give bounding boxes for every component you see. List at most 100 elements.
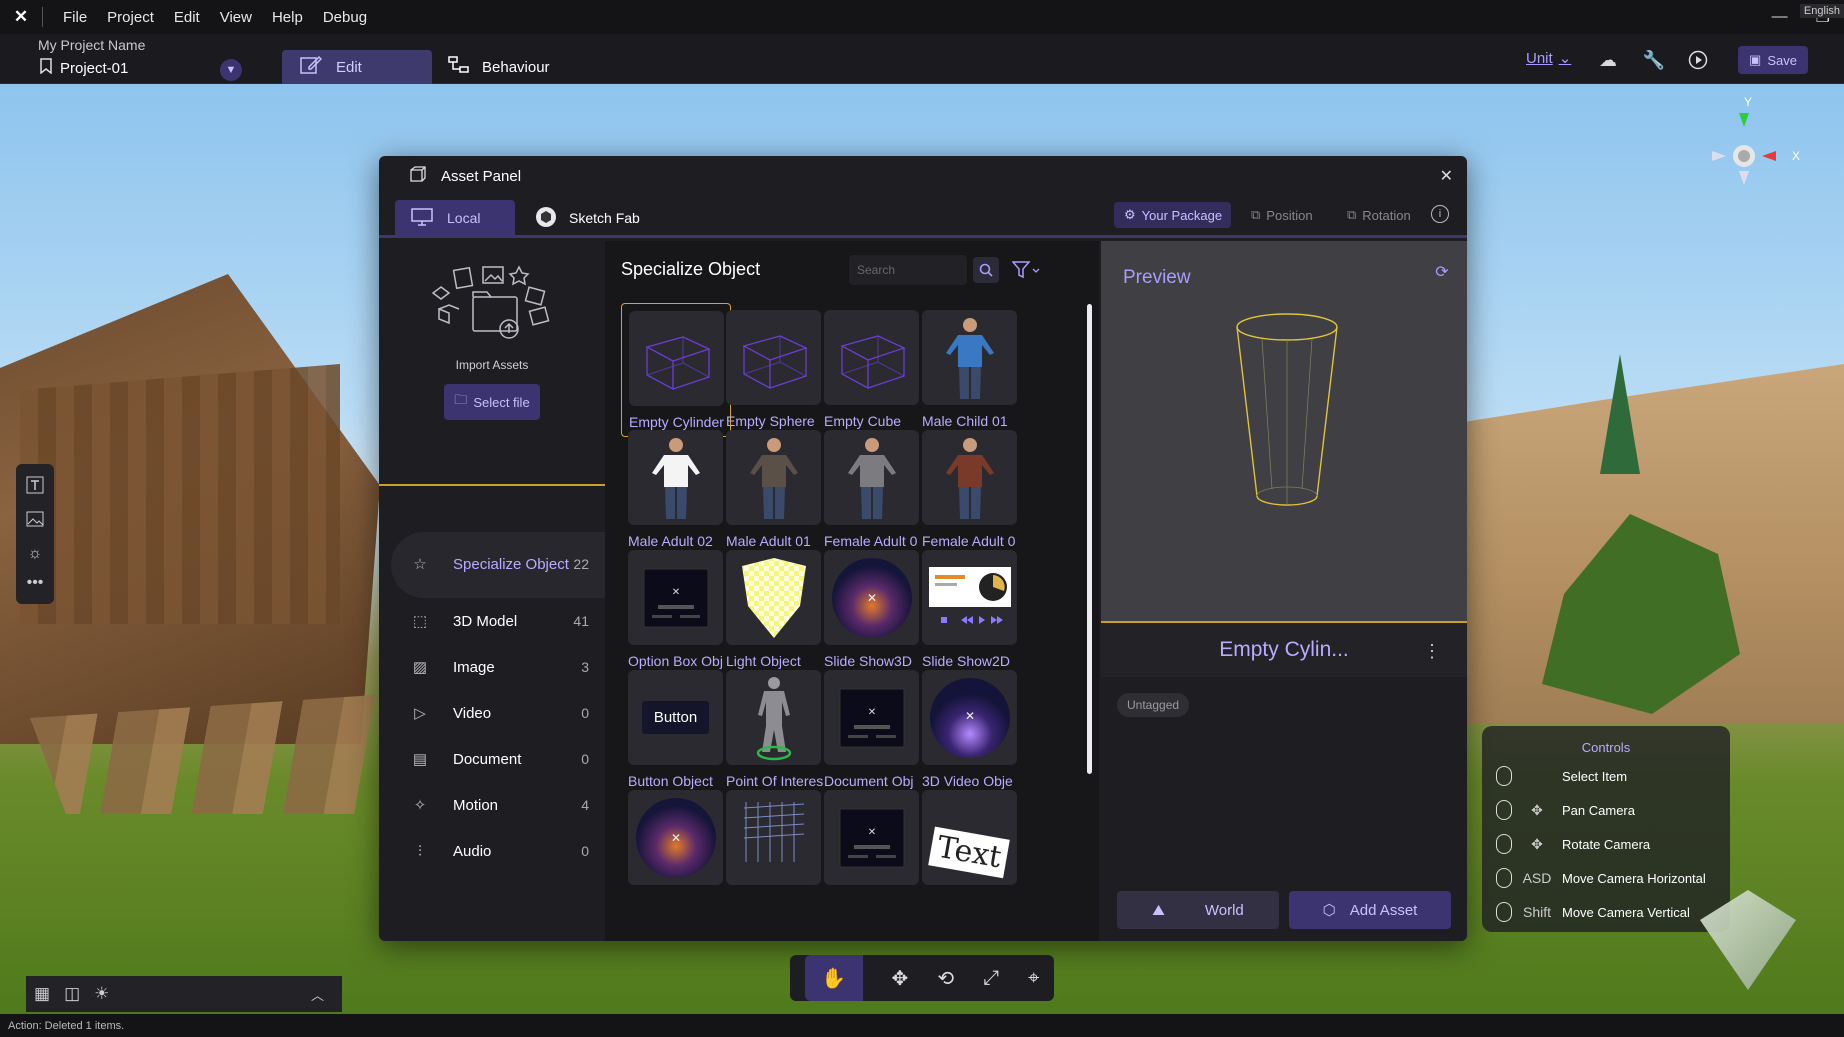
image-tool-icon[interactable] xyxy=(26,510,44,533)
asset-item[interactable]: Button Button Object xyxy=(621,663,731,797)
menu-view[interactable]: View xyxy=(210,9,262,26)
light-tool-icon[interactable]: ☼ xyxy=(28,545,43,563)
text-tool-icon[interactable] xyxy=(26,476,44,499)
asset-item[interactable]: Empty Cube xyxy=(817,303,927,437)
asset-item[interactable]: Empty Cylinder xyxy=(621,303,731,437)
more-icon[interactable]: ••• xyxy=(27,574,44,592)
save-button[interactable]: ▣ Save xyxy=(1738,46,1808,74)
rotation-button[interactable]: ⧉ Rotation xyxy=(1347,202,1411,228)
position-label: Position xyxy=(1266,207,1313,223)
asset-item[interactable] xyxy=(719,783,829,917)
asset-item[interactable]: Female Adult 0 xyxy=(915,423,1025,557)
tab-sketchfab[interactable]: Sketch Fab xyxy=(535,200,640,236)
category-item[interactable]: ✧ Motion 4 xyxy=(391,782,605,828)
filter-icon[interactable] xyxy=(1009,257,1043,283)
tab-edit[interactable]: Edit xyxy=(282,50,432,84)
add-asset-icon: ⬡ xyxy=(1322,902,1336,919)
asset-item[interactable]: Point Of Interes xyxy=(719,663,829,797)
project-current: Project-01 xyxy=(60,59,129,77)
asset-item[interactable]: Light Object xyxy=(719,543,829,677)
category-item[interactable]: ☆ Specialize Object 22 xyxy=(391,532,605,598)
grid-scrollbar[interactable] xyxy=(1087,304,1092,774)
more-vertical-icon[interactable]: ⋮ xyxy=(1423,641,1441,662)
cloud-icon[interactable]: ☁ xyxy=(1596,48,1620,72)
category-count: 3 xyxy=(581,659,589,675)
asset-thumbnail xyxy=(922,430,1017,525)
chevron-down-icon[interactable]: ▼ xyxy=(220,59,242,81)
asset-thumbnail: ✕ xyxy=(922,670,1017,765)
minimize-icon[interactable]: — xyxy=(1772,8,1788,26)
world-label: World xyxy=(1204,901,1244,919)
asset-panel-title: Asset Panel xyxy=(441,167,522,185)
unit-dropdown[interactable]: Unit ⌄ xyxy=(1526,49,1571,68)
rotate-tool-icon[interactable]: ⟲ xyxy=(937,966,954,991)
text3d-preview: Text xyxy=(928,826,1011,879)
menu-file[interactable]: File xyxy=(53,9,97,26)
mouse-icon xyxy=(1496,766,1512,786)
move-tool-icon[interactable]: ✥ xyxy=(892,966,909,991)
preview-viewport[interactable]: Preview ⟳ xyxy=(1101,241,1467,623)
category-item[interactable]: ⬚ 3D Model 41 xyxy=(391,598,605,644)
transform-toolbar: ✋ ✥ ⟲ ⤢ ⌖ xyxy=(790,955,1054,1001)
menu-edit[interactable]: Edit xyxy=(164,9,210,26)
world-button[interactable]: ⛰ World xyxy=(1117,891,1279,929)
tab-local[interactable]: Local xyxy=(395,200,515,236)
select-file-button[interactable]: 🗀 Select file xyxy=(444,384,540,420)
asset-item[interactable]: Female Adult 0 xyxy=(817,423,927,557)
status-bar: Action: Deleted 1 items. xyxy=(0,1014,1844,1037)
control-hint: Shift Move Camera Vertical xyxy=(1482,895,1730,929)
position-button[interactable]: ⧉ Position xyxy=(1251,202,1313,228)
category-item[interactable]: ▤ Document 0 xyxy=(391,736,605,782)
button-preview: Button xyxy=(641,701,710,734)
asset-thumbnail xyxy=(922,310,1017,405)
search-icon[interactable] xyxy=(973,257,999,283)
menu-debug[interactable]: Debug xyxy=(313,9,377,26)
asset-item[interactable]: Male Adult 02 xyxy=(621,423,731,557)
play-icon[interactable] xyxy=(1686,48,1710,72)
category-item[interactable]: ▷ Video 0 xyxy=(391,690,605,736)
select-file-label: Select file xyxy=(473,394,530,410)
asset-item[interactable]: ✕ 3D Video Obje xyxy=(915,663,1025,797)
scale-tool-icon[interactable]: ⤢ xyxy=(983,967,999,990)
info-icon[interactable]: i xyxy=(1431,205,1449,223)
menu-project[interactable]: Project xyxy=(97,9,164,26)
asset-thumbnail xyxy=(726,430,821,525)
menu-separator xyxy=(42,7,43,27)
wrench-icon[interactable]: 🔧 xyxy=(1642,48,1666,72)
language-label[interactable]: English xyxy=(1799,4,1844,18)
menu-help[interactable]: Help xyxy=(262,9,313,26)
layout-view-icon[interactable]: ▦ xyxy=(34,984,50,1004)
chevron-up-icon[interactable]: ︿ xyxy=(311,985,324,1004)
asset-thumbnail xyxy=(629,311,724,406)
asset-item[interactable]: Empty Sphere xyxy=(719,303,829,437)
search-input[interactable] xyxy=(849,255,967,285)
asset-item[interactable]: Male Child 01 xyxy=(915,303,1025,437)
add-asset-button[interactable]: ⬡ Add Asset xyxy=(1289,891,1451,929)
asset-item[interactable]: Text xyxy=(915,783,1025,917)
hand-tool-icon[interactable]: ✋ xyxy=(804,955,863,1001)
category-item[interactable]: ⫶ Audio 0 xyxy=(391,828,605,874)
asset-item[interactable]: ✕ Slide Show3D xyxy=(817,543,927,677)
category-name: Image xyxy=(453,658,495,676)
your-package-button[interactable]: ⚙ Your Package xyxy=(1114,202,1231,228)
asset-item[interactable]: Slide Show2D xyxy=(915,543,1025,677)
tag-badge[interactable]: Untagged xyxy=(1117,693,1190,717)
asset-item[interactable]: Male Adult 01 xyxy=(719,423,829,557)
svg-text:✕: ✕ xyxy=(866,591,876,605)
transform-tool-icon[interactable]: ⌖ xyxy=(1028,967,1039,990)
category-item[interactable]: ▨ Image 3 xyxy=(391,644,605,690)
environment-view-icon[interactable]: ☀ xyxy=(94,984,109,1004)
asset-item[interactable]: ✕ xyxy=(817,783,927,917)
asset-item[interactable]: ✕ Document Obj xyxy=(817,663,927,797)
mouse-icon xyxy=(1496,868,1512,888)
tab-behaviour[interactable]: Behaviour xyxy=(448,50,550,84)
project-selector[interactable]: Project-01 xyxy=(40,58,128,78)
asset-item[interactable]: ✕ xyxy=(621,783,731,917)
bookmark-icon xyxy=(40,58,52,78)
camera-view-icon[interactable]: ◫ xyxy=(64,984,80,1004)
axis-gizmo[interactable]: Y X xyxy=(1700,95,1810,195)
refresh-icon[interactable]: ⟳ xyxy=(1431,261,1453,283)
close-icon[interactable]: ✕ xyxy=(1440,166,1453,186)
view-toolbar: ▦ ◫ ☀ ︿ xyxy=(26,976,342,1012)
asset-item[interactable]: ✕ Option Box Obj xyxy=(621,543,731,677)
